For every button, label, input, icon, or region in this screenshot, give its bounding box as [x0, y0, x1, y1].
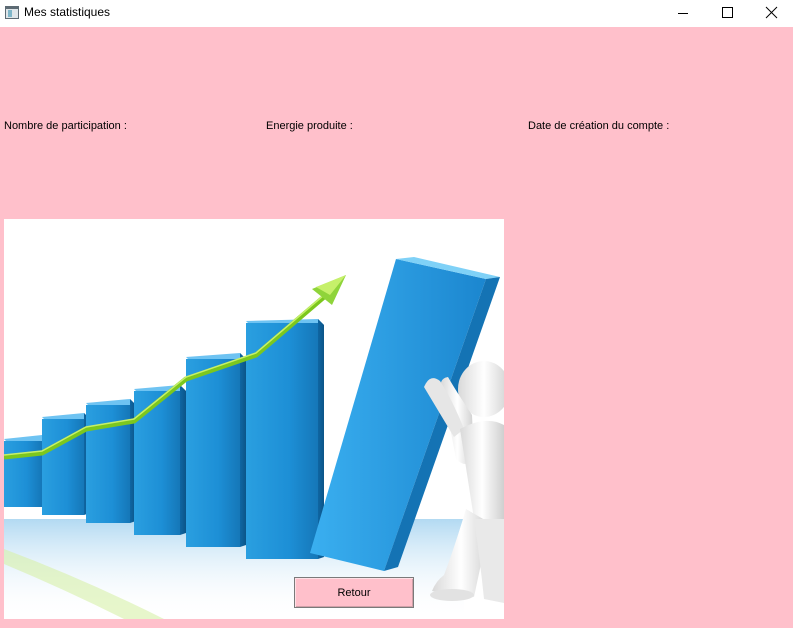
window-title: Mes statistiques: [24, 5, 111, 19]
energie-label: Energie produite :: [266, 120, 353, 132]
growth-chart-illustration: [4, 219, 504, 619]
app-window-icon: [5, 6, 19, 19]
date-creation-label: Date de création du compte :: [528, 120, 670, 132]
participation-label: Nombre de participation :: [4, 120, 127, 132]
maximize-button[interactable]: [704, 0, 750, 27]
retour-button[interactable]: Retour: [294, 577, 414, 608]
stats-window: Mes statistiques Nombre de participation…: [0, 0, 793, 628]
title-bar[interactable]: Mes statistiques: [0, 0, 793, 27]
minimize-button[interactable]: [660, 0, 706, 27]
minimize-icon: [678, 13, 688, 14]
maximize-icon: [722, 7, 733, 18]
growth-chart-illustration-icon: [4, 257, 504, 619]
close-icon: [765, 6, 778, 19]
close-button[interactable]: [748, 0, 793, 27]
